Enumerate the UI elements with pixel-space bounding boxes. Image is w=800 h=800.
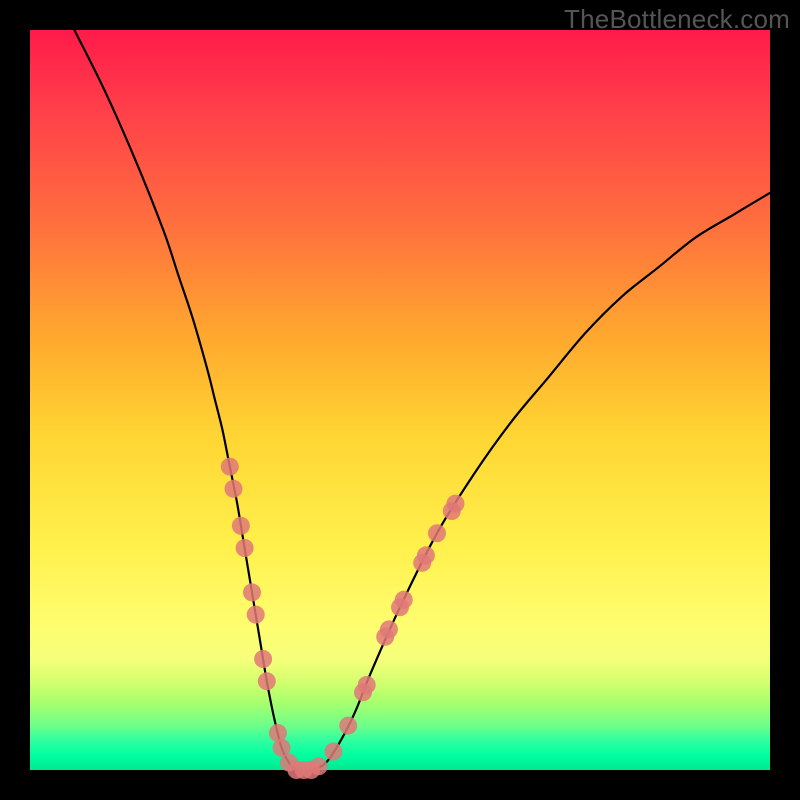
marker-point [339, 717, 357, 735]
chart-frame: TheBottleneck.com [0, 0, 800, 800]
marker-point [232, 517, 250, 535]
marker-point [417, 546, 435, 564]
marker-point [428, 524, 446, 542]
marker-point [243, 583, 261, 601]
bottleneck-curve-line [74, 30, 770, 771]
marker-point [358, 676, 376, 694]
plot-area [30, 30, 770, 770]
marker-point [247, 606, 265, 624]
marker-point [236, 539, 254, 557]
marker-point [258, 672, 276, 690]
marker-point [310, 757, 328, 775]
marker-point [221, 458, 239, 476]
marker-point [447, 495, 465, 513]
highlighted-points [221, 458, 465, 779]
marker-point [324, 743, 342, 761]
marker-point [380, 620, 398, 638]
marker-point [225, 480, 243, 498]
marker-point [254, 650, 272, 668]
marker-point [395, 591, 413, 609]
chart-svg [30, 30, 770, 770]
